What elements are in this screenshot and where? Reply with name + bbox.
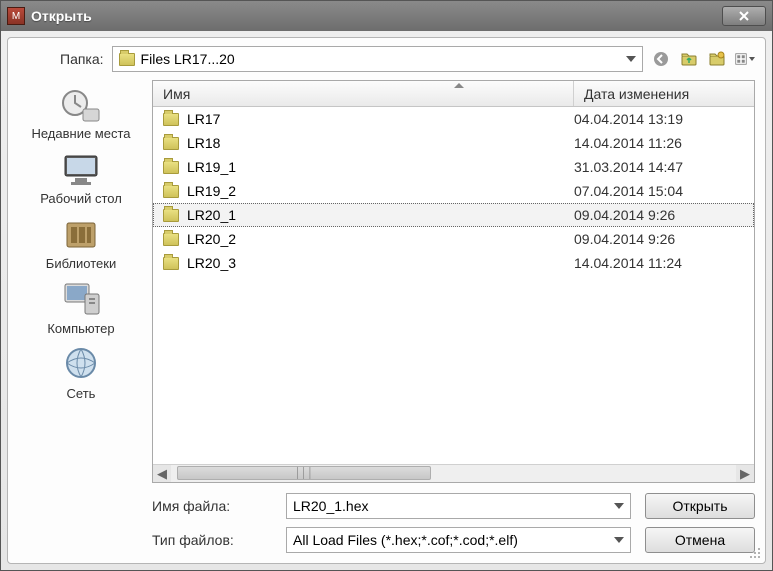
open-button-label: Открыть xyxy=(673,498,728,514)
middle-area: Недавние места Рабочий стол Библиотеки Комп… xyxy=(16,80,755,483)
file-name: LR19_1 xyxy=(187,159,236,175)
place-network[interactable]: Сеть xyxy=(57,344,105,401)
place-desktop[interactable]: Рабочий стол xyxy=(40,149,122,206)
file-row[interactable]: LR20_2 09.04.2014 9:26 xyxy=(153,227,754,251)
folder-icon xyxy=(163,209,179,222)
desktop-icon xyxy=(57,149,105,189)
chevron-down-icon xyxy=(626,56,636,62)
client-area: Папка: Files LR17...20 xyxy=(7,37,766,564)
place-label: Сеть xyxy=(67,386,96,401)
file-date: 07.04.2014 15:04 xyxy=(574,183,744,199)
new-folder-button[interactable] xyxy=(707,49,727,69)
file-name: LR17 xyxy=(187,111,220,127)
place-label: Недавние места xyxy=(31,126,130,141)
filename-value: LR20_1.hex xyxy=(293,498,369,514)
new-folder-icon xyxy=(709,51,725,67)
place-label: Рабочий стол xyxy=(40,191,122,206)
app-icon: M xyxy=(7,7,25,25)
resize-grip-icon[interactable] xyxy=(747,545,761,559)
chevron-down-icon xyxy=(614,537,624,543)
folder-icon xyxy=(119,53,135,66)
look-in-dropdown[interactable]: Files LR17...20 xyxy=(112,46,643,72)
file-date: 04.04.2014 13:19 xyxy=(574,111,744,127)
place-recent[interactable]: Недавние места xyxy=(31,84,130,141)
scroll-thumb[interactable]: │││ xyxy=(177,466,431,480)
look-in-value: Files LR17...20 xyxy=(141,51,235,67)
file-name: LR20_3 xyxy=(187,255,236,271)
window-title: Открыть xyxy=(31,8,92,24)
place-label: Компьютер xyxy=(47,321,114,336)
open-button[interactable]: Открыть xyxy=(645,493,755,519)
chevron-down-icon xyxy=(614,503,624,509)
place-libs[interactable]: Библиотеки xyxy=(46,214,116,271)
column-name-header[interactable]: Имя xyxy=(153,81,574,106)
folder-icon xyxy=(163,185,179,198)
sort-ascending-icon xyxy=(454,83,464,88)
cancel-button-label: Отмена xyxy=(675,532,725,548)
file-name: LR20_2 xyxy=(187,231,236,247)
libs-icon xyxy=(57,214,105,254)
column-headers: Имя Дата изменения xyxy=(153,81,754,107)
scroll-right-button[interactable]: ▶ xyxy=(736,465,754,482)
filename-label: Имя файла: xyxy=(152,498,272,514)
file-row[interactable]: LR18 14.04.2014 11:26 xyxy=(153,131,754,155)
back-button[interactable] xyxy=(651,49,671,69)
scroll-track[interactable]: │││ xyxy=(171,465,736,482)
file-date: 14.04.2014 11:24 xyxy=(574,255,744,271)
file-row[interactable]: LR17 04.04.2014 13:19 xyxy=(153,107,754,131)
folder-icon xyxy=(163,233,179,246)
column-date-label: Дата изменения xyxy=(584,86,689,102)
views-icon xyxy=(735,51,747,67)
up-folder-icon xyxy=(681,51,697,67)
file-list-pane: Имя Дата изменения LR1704.04.2014 13:19L… xyxy=(152,80,755,483)
file-date: 09.04.2014 9:26 xyxy=(574,231,744,247)
look-in-row: Папка: Files LR17...20 xyxy=(16,46,755,72)
file-date: 14.04.2014 11:26 xyxy=(574,135,744,151)
computer-icon xyxy=(57,279,105,319)
bottom-controls: Имя файла: LR20_1.hex Открыть Тип файлов… xyxy=(16,493,755,553)
place-label: Библиотеки xyxy=(46,256,116,271)
file-row[interactable]: LR20_3 14.04.2014 11:24 xyxy=(153,251,754,275)
folder-icon xyxy=(163,137,179,150)
file-row[interactable]: LR20_1 09.04.2014 9:26 xyxy=(153,203,754,227)
place-computer[interactable]: Компьютер xyxy=(47,279,114,336)
folder-icon xyxy=(163,161,179,174)
cancel-button[interactable]: Отмена xyxy=(645,527,755,553)
folder-icon xyxy=(163,257,179,270)
filetype-label: Тип файлов: xyxy=(152,532,272,548)
filename-input[interactable]: LR20_1.hex xyxy=(286,493,631,519)
file-row[interactable]: LR19_1 31.03.2014 14:47 xyxy=(153,155,754,179)
views-button[interactable] xyxy=(735,49,755,69)
column-name-label: Имя xyxy=(163,86,190,102)
titlebar: M Открыть xyxy=(1,1,772,31)
horizontal-scrollbar[interactable]: ◀ │││ ▶ xyxy=(153,464,754,482)
file-date: 31.03.2014 14:47 xyxy=(574,159,744,175)
file-name: LR20_1 xyxy=(187,207,236,223)
scroll-left-button[interactable]: ◀ xyxy=(153,465,171,482)
folder-icon xyxy=(163,113,179,126)
file-name: LR18 xyxy=(187,135,220,151)
filetype-dropdown[interactable]: All Load Files (*.hex;*.cof;*.cod;*.elf) xyxy=(286,527,631,553)
file-date: 09.04.2014 9:26 xyxy=(574,207,744,223)
up-folder-button[interactable] xyxy=(679,49,699,69)
close-button[interactable] xyxy=(722,6,766,26)
recent-icon xyxy=(57,84,105,124)
file-rows: LR17 04.04.2014 13:19 LR18 14.04.2014 11:26… xyxy=(153,107,754,464)
back-icon xyxy=(653,51,669,67)
close-icon xyxy=(738,10,750,22)
open-dialog-window: M Открыть Папка: Files LR17...20 xyxy=(0,0,773,571)
look-in-toolbar xyxy=(651,49,755,69)
filetype-value: All Load Files (*.hex;*.cof;*.cod;*.elf) xyxy=(293,532,518,548)
file-row[interactable]: LR19_2 07.04.2014 15:04 xyxy=(153,179,754,203)
look-in-label: Папка: xyxy=(60,51,104,67)
column-date-header[interactable]: Дата изменения xyxy=(574,81,754,106)
file-name: LR19_2 xyxy=(187,183,236,199)
places-bar: Недавние места Рабочий стол Библиотеки Комп… xyxy=(16,80,146,483)
network-icon xyxy=(57,344,105,384)
